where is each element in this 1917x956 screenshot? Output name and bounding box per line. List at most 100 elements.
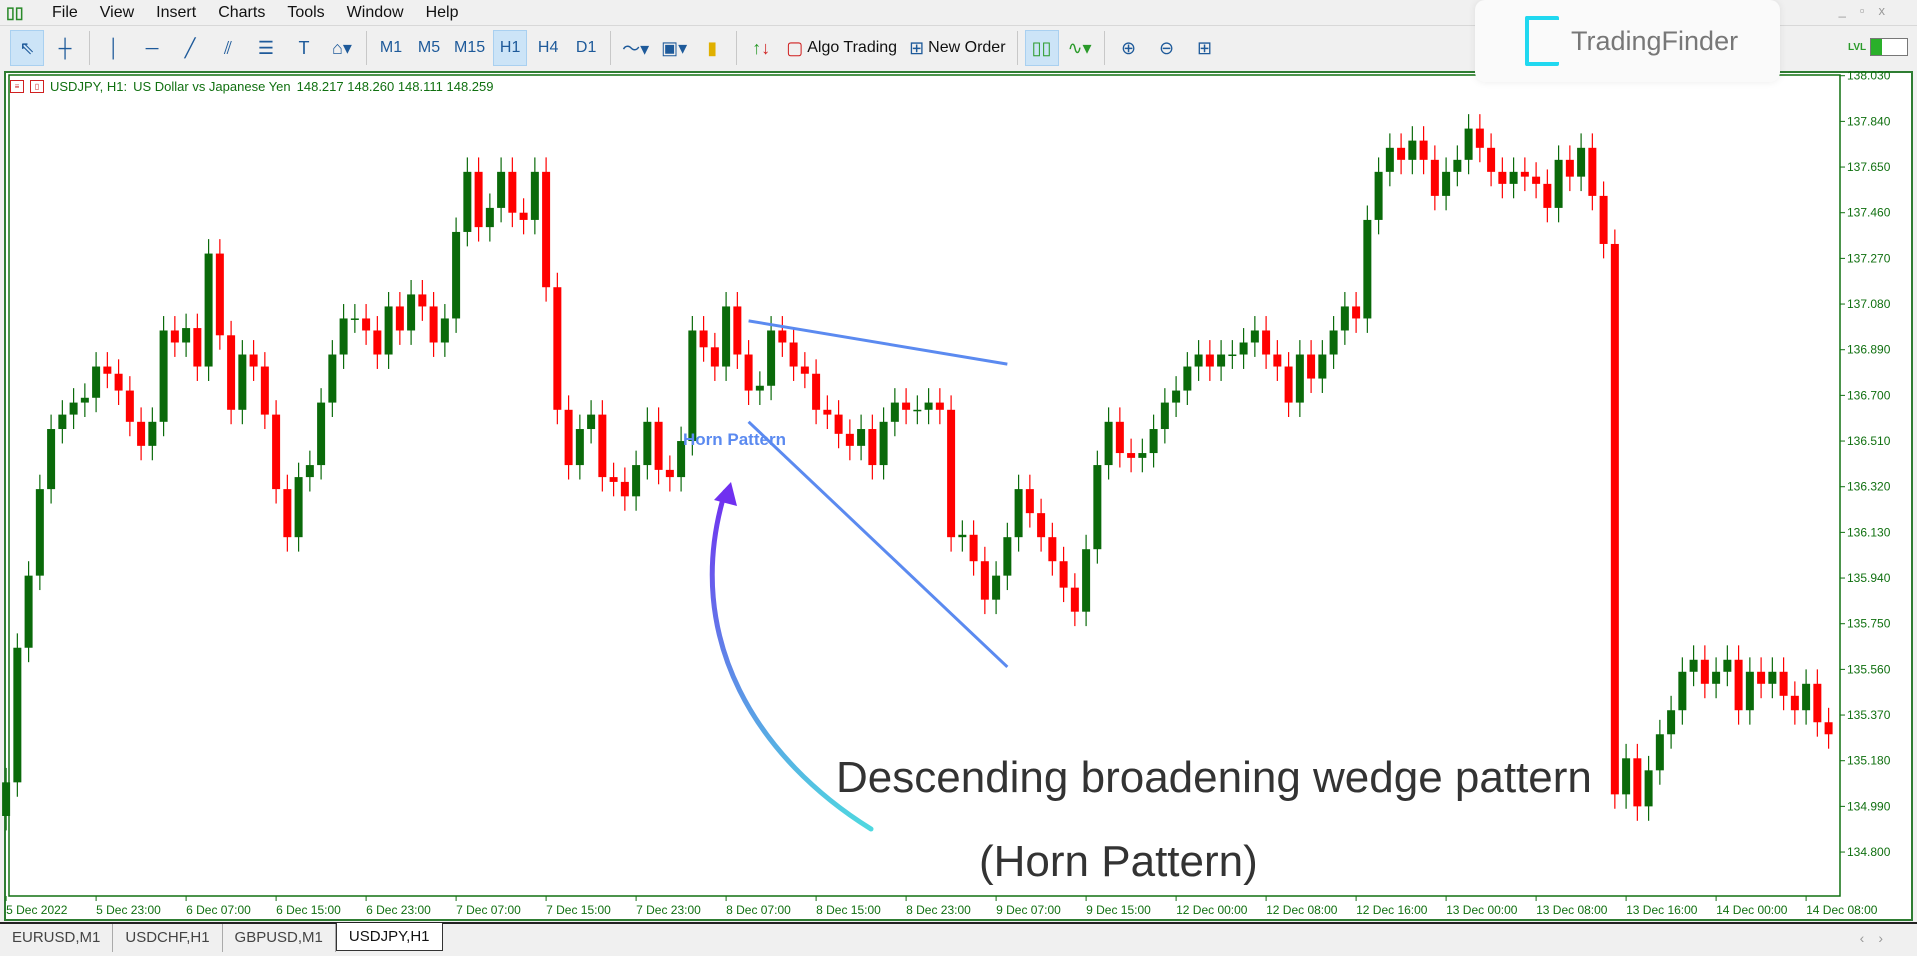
- candle-body: [1419, 140, 1428, 160]
- candle: [305, 450, 314, 492]
- candle: [1712, 657, 1721, 699]
- candle: [260, 352, 269, 430]
- chart-header: ≡ ▯ USDJPY, H1: US Dollar vs Japanese Ye…: [10, 79, 494, 94]
- candle: [1003, 522, 1012, 591]
- candle: [744, 340, 753, 405]
- candle-body: [24, 575, 33, 648]
- time-label: 14 Dec 08:00: [1806, 903, 1878, 917]
- candle-body: [1329, 330, 1338, 355]
- candle: [834, 400, 843, 449]
- candle: [575, 414, 584, 480]
- candle: [1543, 169, 1552, 223]
- logo-mark-icon: [1525, 16, 1559, 66]
- candle-body: [69, 402, 78, 415]
- candle: [902, 388, 911, 425]
- time-label: 6 Dec 15:00: [276, 903, 341, 917]
- price-label: 137.460: [1847, 206, 1891, 220]
- trendline: [747, 420, 1009, 669]
- tab-scroll-arrows[interactable]: ‹›: [1860, 930, 1897, 946]
- candle-body: [902, 402, 911, 410]
- candle: [182, 313, 191, 357]
- candle-body: [1363, 219, 1372, 319]
- candle: [1228, 340, 1237, 369]
- candle-body: [1554, 159, 1563, 208]
- candle-body: [407, 294, 416, 331]
- candle-body: [1160, 402, 1169, 430]
- tab-usdchf-h1[interactable]: USDCHF,H1: [113, 924, 223, 952]
- chart-description: US Dollar vs Japanese Yen: [133, 79, 291, 94]
- price-label: 135.370: [1847, 708, 1891, 722]
- candle: [1160, 388, 1169, 444]
- candle-body: [1768, 671, 1777, 684]
- price-label: 134.990: [1847, 799, 1891, 813]
- candle: [294, 462, 303, 552]
- candle-body: [778, 330, 787, 343]
- candle-body: [1622, 758, 1631, 795]
- candle-body: [767, 330, 776, 386]
- candle: [947, 395, 956, 552]
- candle-body: [1509, 171, 1518, 184]
- tab-gbpusd-m1[interactable]: GBPUSD,M1: [223, 924, 336, 952]
- candle: [1273, 340, 1282, 381]
- candle-body: [1104, 421, 1113, 466]
- candle: [1194, 340, 1203, 381]
- candle-body: [1644, 770, 1653, 807]
- candle: [722, 292, 731, 381]
- candle: [125, 376, 134, 437]
- candle-body: [722, 306, 731, 367]
- candle-body: [1374, 171, 1383, 220]
- candle-body: [1228, 354, 1237, 357]
- price-chart[interactable]: 138.030 137.840 137.650 137.460 137.270 137.0…: [0, 0, 1917, 922]
- pattern-label: Horn Pattern: [683, 430, 786, 449]
- candle: [13, 633, 22, 797]
- candle: [350, 304, 359, 333]
- candle: [440, 304, 449, 357]
- candle: [1262, 316, 1271, 369]
- candle: [497, 157, 506, 223]
- tab-eurusd-m1[interactable]: EURUSD,M1: [0, 924, 114, 952]
- candle: [463, 157, 472, 247]
- candle-body: [1262, 330, 1271, 355]
- candle-body: [519, 212, 528, 220]
- candle: [1059, 546, 1068, 603]
- candle: [249, 340, 258, 381]
- candle-body: [317, 402, 326, 466]
- candle-body: [227, 335, 236, 410]
- lvl-label: LVL: [1848, 41, 1867, 53]
- chart-ohlc: 148.217 148.260 148.111 148.259: [296, 79, 494, 94]
- candle: [58, 400, 67, 444]
- candle: [733, 292, 742, 369]
- candle-body: [463, 171, 472, 232]
- candle-body: [1723, 659, 1732, 672]
- candle-body: [1543, 183, 1552, 208]
- candle: [1779, 657, 1788, 711]
- candle-body: [699, 330, 708, 348]
- candle: [1397, 133, 1406, 175]
- candle: [1217, 340, 1226, 381]
- candle-body: [857, 429, 866, 446]
- candle-body: [1273, 354, 1282, 367]
- tab-usdjpy-h1[interactable]: USDJPY,H1: [335, 923, 443, 951]
- price-label: 135.750: [1847, 617, 1891, 631]
- candle-body: [1025, 489, 1034, 514]
- candle-body: [1295, 354, 1304, 403]
- candle-body: [1453, 159, 1462, 172]
- candle: [755, 371, 764, 405]
- candle: [1295, 340, 1304, 418]
- candle-body: [1498, 171, 1507, 184]
- candle-body: [710, 347, 719, 367]
- candle-body: [159, 330, 168, 422]
- candle-body: [812, 373, 821, 410]
- time-label: 14 Dec 00:00: [1716, 903, 1788, 917]
- candle-body: [170, 330, 179, 343]
- candle: [1453, 145, 1462, 187]
- candle-body: [1700, 659, 1709, 684]
- candle-body: [1802, 683, 1811, 711]
- candle-body: [1352, 306, 1361, 319]
- candle: [587, 400, 596, 444]
- candle-body: [148, 421, 157, 446]
- candle: [1655, 719, 1664, 785]
- price-label: 134.800: [1847, 845, 1891, 859]
- candle: [92, 352, 101, 413]
- candle: [992, 561, 1001, 615]
